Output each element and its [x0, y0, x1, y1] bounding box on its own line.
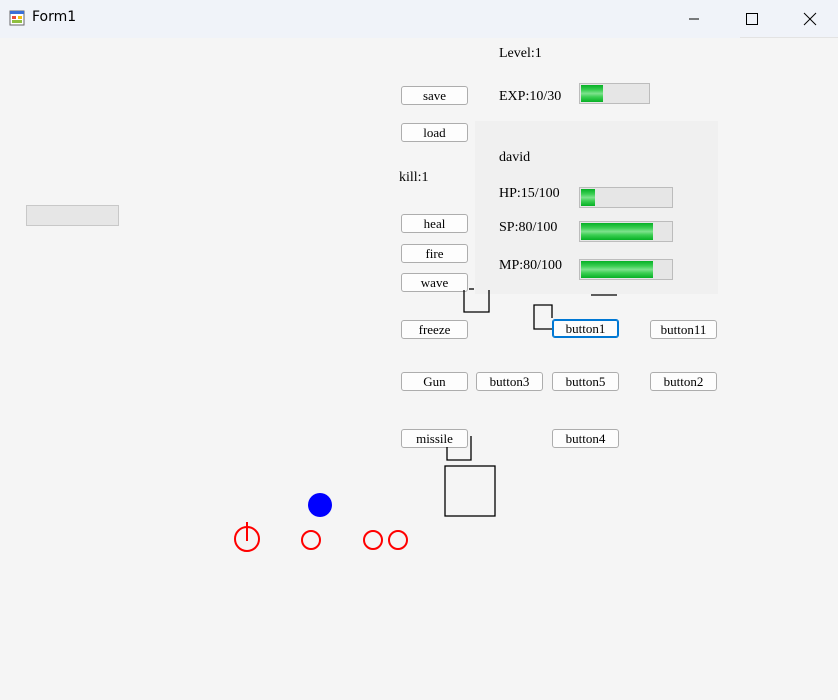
enemy-circle: [388, 530, 408, 550]
wall-segment: [446, 436, 472, 461]
enemy-circle: [363, 530, 383, 550]
enemy-circle: [301, 530, 321, 550]
player-dot: [308, 493, 332, 517]
game-canvas: [234, 288, 617, 552]
wall-segment: [533, 304, 553, 330]
wall-segment: [463, 290, 490, 313]
wall-box: [444, 465, 496, 517]
